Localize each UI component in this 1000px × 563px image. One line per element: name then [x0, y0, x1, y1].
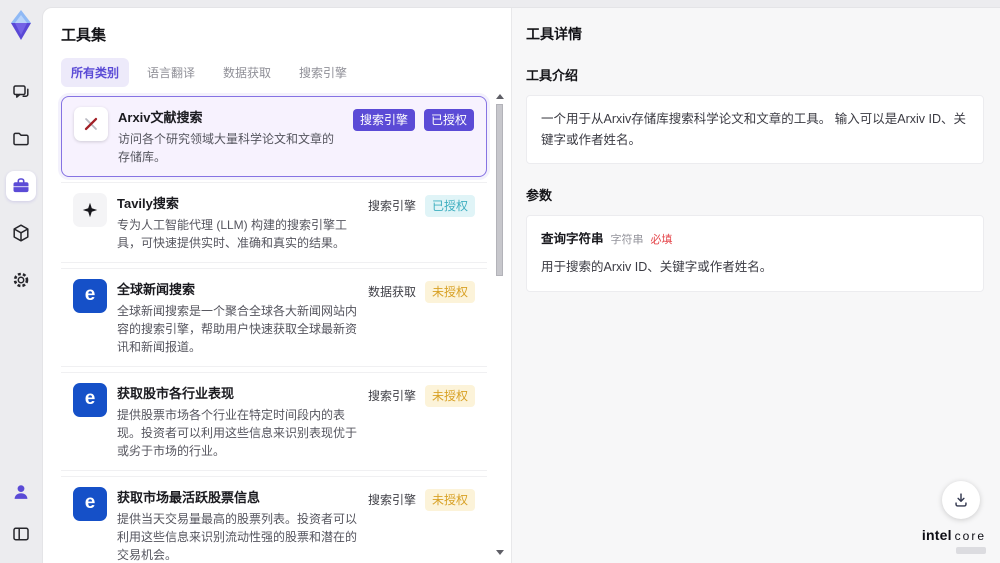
tool-info: 获取市场最活跃股票信息 提供当天交易量最高的股票列表。投资者可以利用这些信息来识…	[117, 487, 358, 563]
download-button[interactable]	[942, 481, 980, 519]
tab-data-acquisition[interactable]: 数据获取	[213, 58, 281, 87]
sidebar-item-tools[interactable]	[6, 171, 36, 201]
tab-language-translation[interactable]: 语言翻译	[137, 58, 205, 87]
tab-all-categories[interactable]: 所有类别	[61, 58, 130, 87]
tool-info: 全球新闻搜索 全球新闻搜索是一个聚合全球各大新闻网站内容的搜索引擎，帮助用户快速…	[117, 279, 358, 356]
tool-description: 访问各个研究领域大量科学论文和文章的存储库。	[118, 132, 335, 164]
tool-card-arxiv[interactable]: Arxiv文献搜索 访问各个研究领域大量科学论文和文章的存储库。 搜索引擎 已授…	[61, 96, 487, 177]
intro-heading: 工具介绍	[526, 68, 579, 83]
finance-service-logo-icon: e	[73, 487, 107, 521]
page-title: 工具集	[61, 27, 107, 44]
finance-service-logo-icon: e	[73, 383, 107, 417]
sidebar-item-files[interactable]	[6, 124, 36, 154]
parameter-description: 用于搜索的Arxiv ID、关键字或作者姓名。	[541, 259, 773, 274]
scroll-up-arrow-icon[interactable]	[496, 94, 504, 99]
news-service-logo-icon: e	[73, 279, 107, 313]
logo-letter: e	[84, 492, 96, 513]
tool-tags: 搜索引擎 未授权	[368, 487, 475, 563]
tool-tags: 搜索引擎 未授权	[368, 383, 475, 460]
sidebar-item-packages[interactable]	[6, 218, 36, 248]
tool-name: Arxiv文献搜索	[118, 110, 203, 125]
intel-badge-sub-bar	[956, 547, 986, 554]
download-icon	[952, 491, 970, 509]
scrollbar-thumb[interactable]	[496, 104, 503, 276]
tool-description: 提供当天交易量最高的股票列表。投资者可以利用这些信息来识别流动性强的股票和潜在的…	[117, 512, 358, 562]
tool-info: Arxiv文献搜索 访问各个研究领域大量科学论文和文章的存储库。	[118, 107, 343, 166]
tool-name: Tavily搜索	[117, 196, 179, 211]
tool-card-sector-performance[interactable]: e 获取股市各行业表现 提供股票市场各个行业在特定时间段内的表现。投资者可以利用…	[61, 372, 487, 471]
intel-brand-text: intel	[921, 527, 952, 543]
parameter-type: 字符串	[610, 234, 644, 247]
logo-letter: e	[84, 284, 96, 305]
parameter-required-label: 必填	[650, 234, 673, 247]
parameter-name: 查询字符串	[541, 232, 604, 247]
category-label: 搜索引擎	[367, 199, 416, 213]
tool-description: 全球新闻搜索是一个聚合全球各大新闻网站内容的搜索引擎，帮助用户快速获取全球最新资…	[117, 304, 358, 354]
toolbox-icon	[11, 176, 31, 196]
tool-info: 获取股市各行业表现 提供股票市场各个行业在特定时间段内的表现。投资者可以利用这些…	[117, 383, 358, 460]
category-label: 数据获取	[367, 285, 416, 299]
arxiv-logo-icon	[74, 107, 108, 141]
intel-core-wordmark: intel core	[922, 528, 986, 544]
folder-icon	[11, 129, 31, 149]
panel-toggle-icon	[11, 524, 31, 544]
tool-description: 提供股票市场各个行业在特定时间段内的表现。投资者可以利用这些信息来识别表现优于或…	[117, 408, 358, 458]
sidebar-item-collapse[interactable]	[6, 519, 36, 549]
auth-status-badge: 已授权	[423, 109, 474, 131]
category-tabs: 所有类别 语言翻译 数据获取 搜索引擎	[61, 58, 487, 87]
category-label: 搜索引擎	[367, 493, 416, 507]
tool-list: Arxiv文献搜索 访问各个研究领域大量科学论文和文章的存储库。 搜索引擎 已授…	[61, 96, 487, 563]
parameter-card: 查询字符串 字符串 必填 用于搜索的Arxiv ID、关键字或作者姓名。	[526, 215, 984, 292]
tavily-star-icon	[73, 193, 107, 227]
tool-name: 获取股市各行业表现	[117, 386, 235, 401]
tool-tags: 数据获取 未授权	[368, 279, 475, 356]
chat-icon	[11, 82, 31, 102]
tool-card-global-news[interactable]: e 全球新闻搜索 全球新闻搜索是一个聚合全球各大新闻网站内容的搜索引擎，帮助用户…	[61, 268, 487, 367]
tools-panel: 工具集 所有类别 语言翻译 数据获取 搜索引擎 Arxiv文献搜索 访问各个研究…	[43, 8, 511, 563]
tool-intro-card: 一个用于从Arxiv存储库搜索科学论文和文章的工具。 输入可以是Arxiv ID…	[526, 95, 984, 165]
tool-name: 获取市场最活跃股票信息	[117, 490, 261, 505]
app-logo[interactable]	[6, 9, 36, 41]
auth-status-badge: 未授权	[424, 489, 475, 511]
details-title: 工具详情	[526, 26, 582, 42]
tool-info: Tavily搜索 专为人工智能代理 (LLM) 构建的搜索引擎工具，可快速提供实…	[117, 193, 358, 252]
sidebar-nav	[6, 77, 36, 295]
intel-core-logo: intel core	[922, 528, 986, 554]
tool-description: 专为人工智能代理 (LLM) 构建的搜索引擎工具，可快速提供实时、准确和真实的结…	[117, 218, 348, 250]
tool-card-tavily[interactable]: Tavily搜索 专为人工智能代理 (LLM) 构建的搜索引擎工具，可快速提供实…	[61, 182, 487, 263]
category-label: 搜索引擎	[367, 389, 416, 403]
package-cube-icon	[11, 223, 31, 243]
tool-details-panel: 工具详情 工具介绍 一个用于从Arxiv存储库搜索科学论文和文章的工具。 输入可…	[511, 8, 1000, 563]
tool-card-most-active-stocks[interactable]: e 获取市场最活跃股票信息 提供当天交易量最高的股票列表。投资者可以利用这些信息…	[61, 476, 487, 563]
logo-letter: e	[84, 388, 96, 409]
core-brand-text: core	[954, 529, 986, 543]
tab-search-engine[interactable]: 搜索引擎	[289, 58, 357, 87]
category-badge: 搜索引擎	[352, 109, 415, 131]
tool-tags: 搜索引擎 已授权	[368, 193, 475, 252]
tool-name: 全球新闻搜索	[117, 282, 196, 297]
parameter-header: 查询字符串 字符串 必填	[541, 229, 969, 250]
auth-status-badge: 已授权	[424, 195, 475, 217]
auth-status-badge: 未授权	[424, 385, 475, 407]
scroll-down-arrow-icon[interactable]	[496, 550, 504, 555]
main-content: 工具集 所有类别 语言翻译 数据获取 搜索引擎 Arxiv文献搜索 访问各个研究…	[42, 7, 1000, 563]
sidebar-bottom	[6, 477, 36, 549]
auth-status-badge: 未授权	[424, 281, 475, 303]
gear-icon	[11, 270, 31, 290]
tool-tags: 搜索引擎 已授权	[352, 107, 474, 166]
tool-intro-text: 一个用于从Arxiv存储库搜索科学论文和文章的工具。 输入可以是Arxiv ID…	[541, 112, 967, 147]
sidebar-item-settings[interactable]	[6, 265, 36, 295]
tool-list-scrollbar[interactable]	[495, 94, 505, 555]
sidebar-item-chat[interactable]	[6, 77, 36, 107]
sidebar-rail	[0, 0, 42, 563]
sidebar-item-account[interactable]	[6, 477, 36, 507]
user-icon	[11, 482, 31, 502]
params-heading: 参数	[526, 188, 553, 204]
